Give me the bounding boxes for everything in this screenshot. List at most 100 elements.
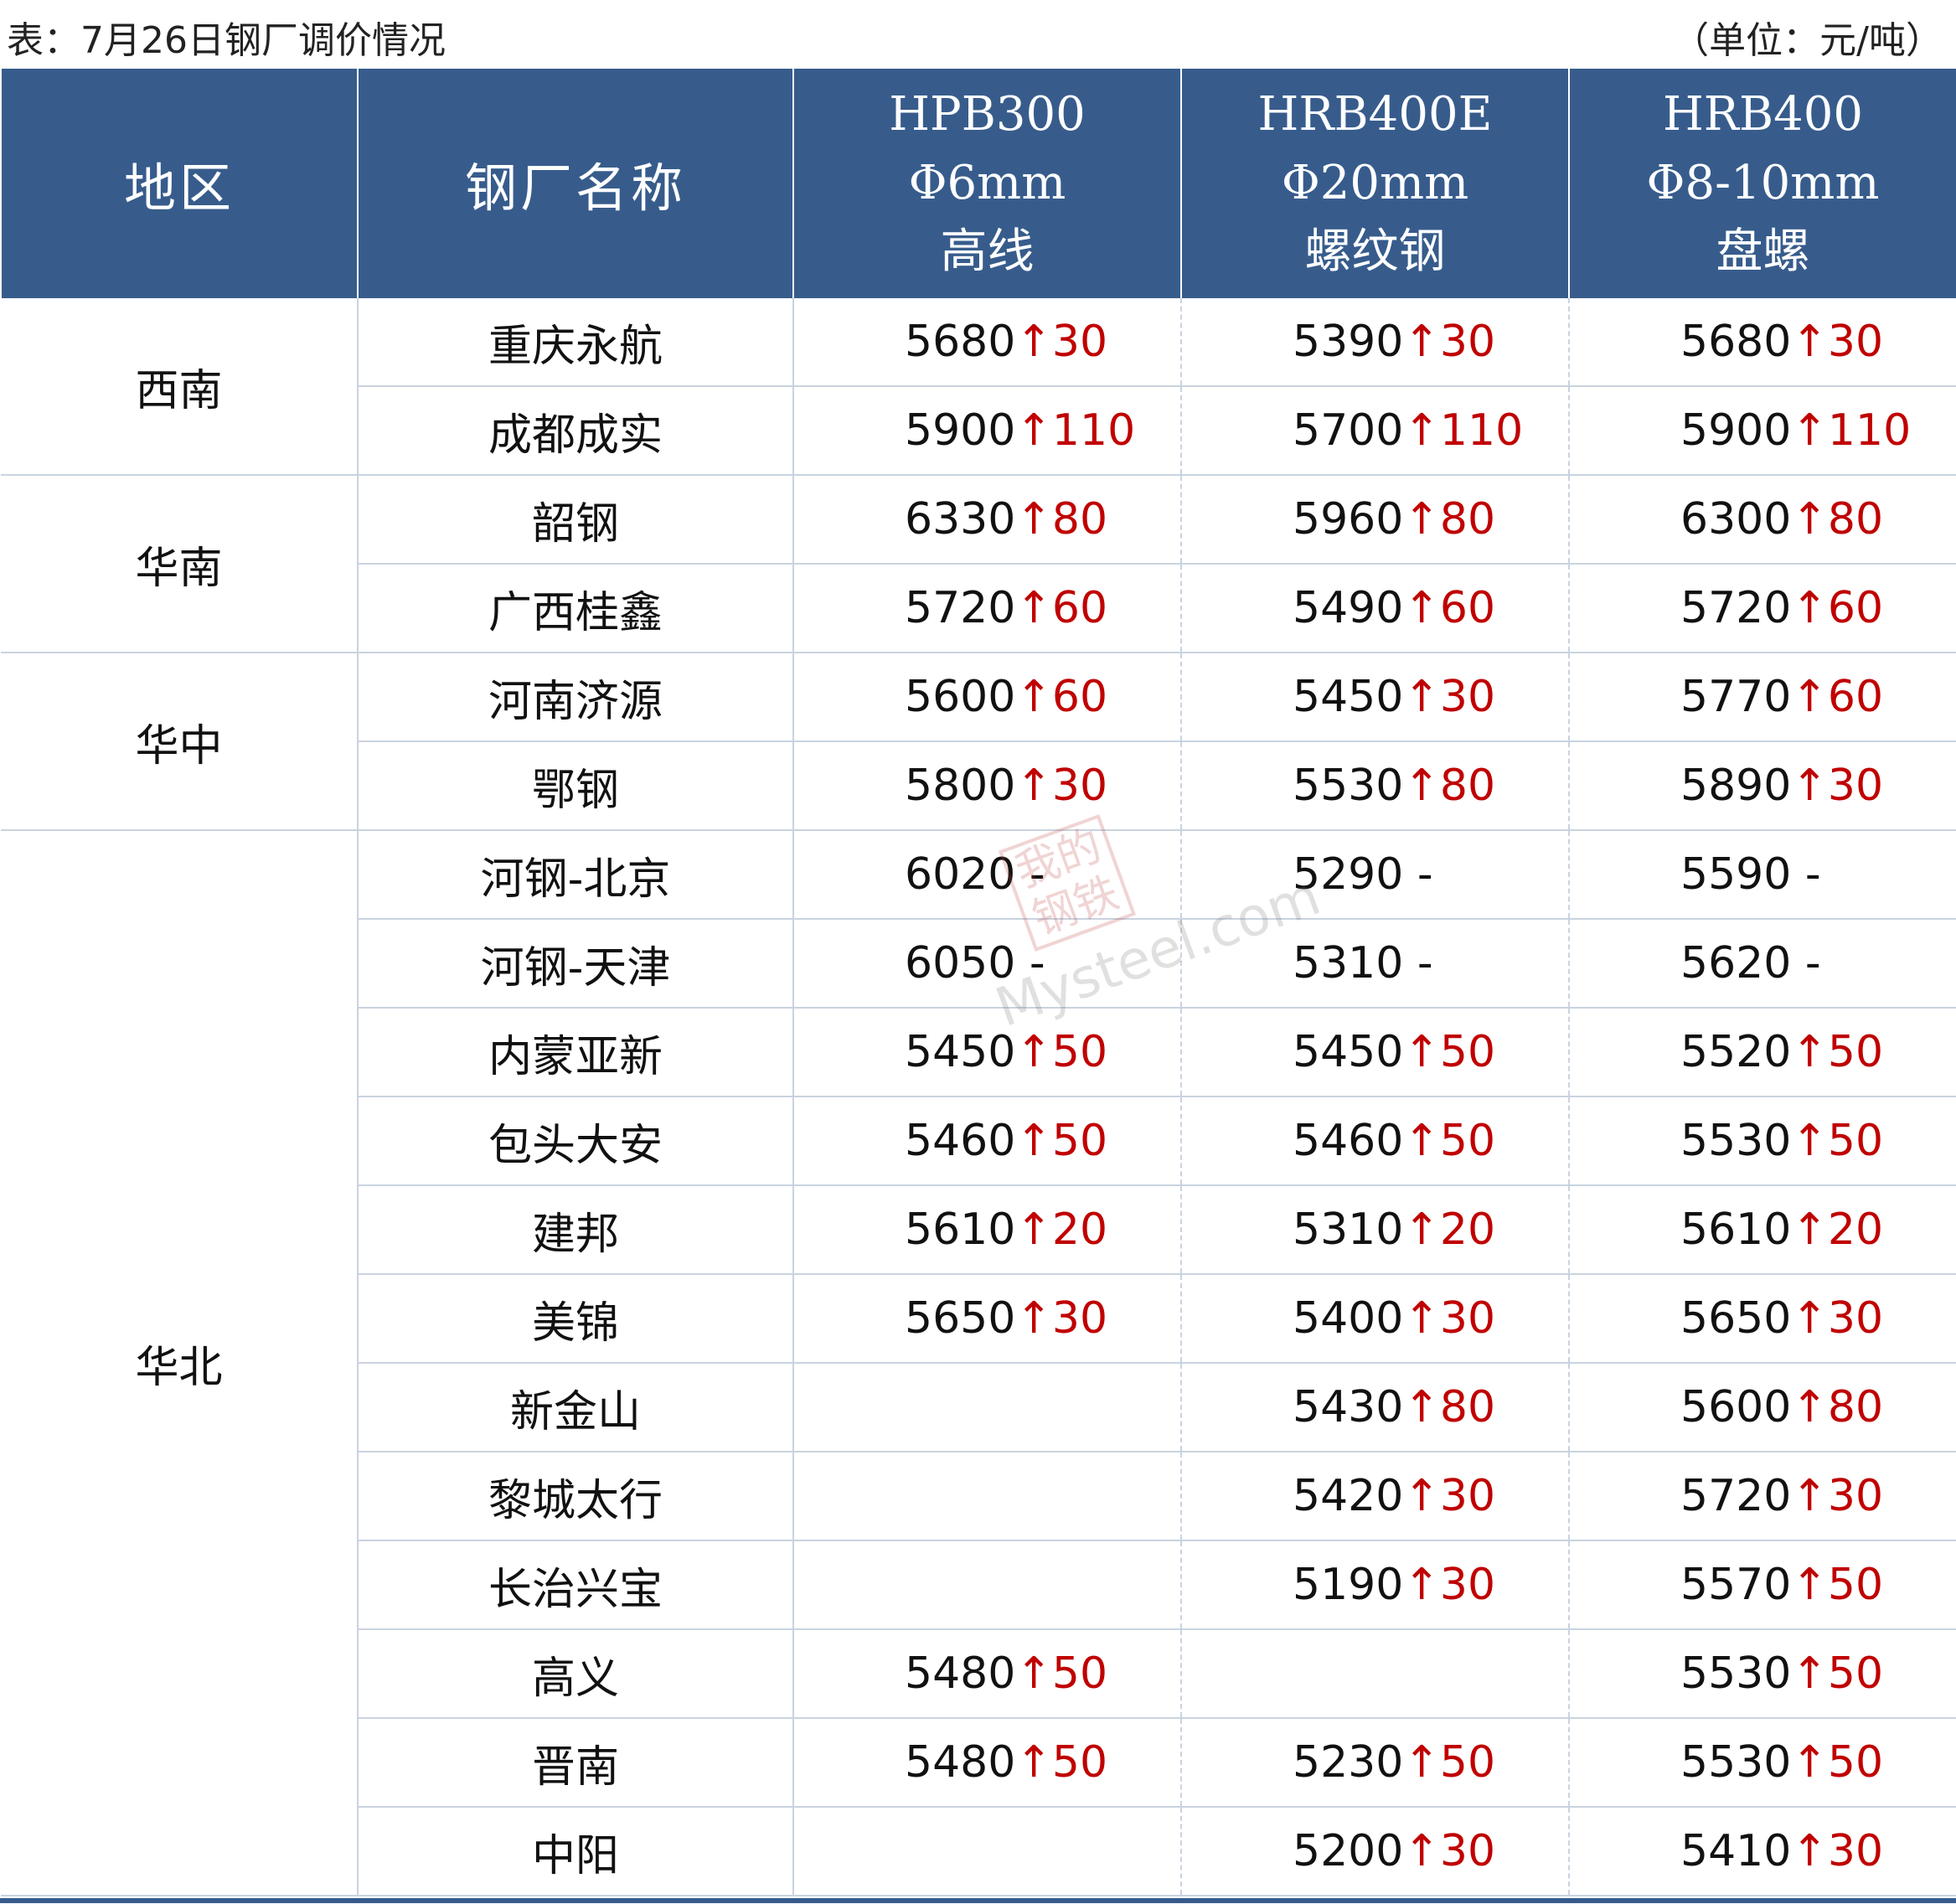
price-change: ↑30 [1791, 1826, 1884, 1876]
price-cell: 5530↑50 [1569, 1096, 1956, 1186]
price-change: ↑20 [1403, 1205, 1496, 1255]
mill-name-cell: 中阳 [358, 1807, 794, 1896]
table-header-row: 地区 钢厂名称 HPB300 Φ6mm 高线 HRB400E Φ20mm 螺纹钢… [0, 69, 1956, 298]
price-cell: 5480↑50 [793, 1629, 1182, 1719]
header-region: 地区 [0, 69, 359, 298]
table-row: 华北 河钢-北京 6020 -5290 -5590 - [1, 830, 1956, 1896]
price-value: 5770 [1680, 672, 1792, 722]
price-change: ↑30 [1791, 317, 1884, 367]
price-cell: 5410↑30 [1569, 1807, 1956, 1896]
price-change: ↑30 [1015, 317, 1108, 367]
price-change: ↑30 [1403, 1471, 1496, 1521]
price-cell: 5290 - [1181, 830, 1570, 920]
price-cell: 5430↑80 [1181, 1363, 1570, 1453]
header-product-hrb400e: HRB400E Φ20mm 螺纹钢 [1180, 69, 1570, 298]
mill-name-cell: 鄂钢 [358, 741, 794, 831]
price-value: 5900 [905, 405, 1016, 456]
price-change: ↑110 [1015, 405, 1136, 456]
price-cell: 5200↑30 [1181, 1807, 1570, 1896]
price-value: 5450 [1293, 1027, 1404, 1077]
price-change: ↑30 [1403, 672, 1496, 722]
price-value: 5460 [1293, 1116, 1404, 1166]
mill-name-cell: 长治兴宝 [358, 1540, 794, 1630]
price-cell: 5720↑30 [1569, 1452, 1956, 1541]
mill-name-cell: 包头大安 [358, 1096, 794, 1186]
price-change: ↑30 [1791, 761, 1884, 811]
price-change: ↑80 [1791, 494, 1884, 544]
price-change: ↑30 [1403, 1826, 1496, 1876]
price-value: 5650 [1680, 1293, 1792, 1344]
price-change: ↑80 [1015, 494, 1108, 544]
price-cell [793, 1540, 1182, 1630]
price-value: 5890 [1680, 761, 1792, 811]
price-change: ↑110 [1791, 405, 1912, 456]
price-change: ↑80 [1403, 761, 1496, 811]
price-value: 5680 [905, 317, 1016, 367]
mill-name-cell: 美锦 [358, 1274, 794, 1364]
table-caption: 表：7月26日钢厂调价情况 [7, 19, 446, 62]
mill-name-cell: 建邦 [358, 1185, 794, 1275]
price-value: 5480 [905, 1737, 1016, 1788]
price-cell: 5680↑30 [793, 298, 1182, 387]
price-value: 5310 [1293, 1205, 1404, 1255]
price-change: ↑50 [1015, 1116, 1108, 1166]
price-change: ↑30 [1791, 1293, 1884, 1344]
table-row: 华中 河南济源 5600↑60 5450↑30 5770↑60 [1, 653, 1956, 831]
price-cell: 6330↑80 [793, 475, 1182, 565]
price-value: 5230 [1293, 1737, 1404, 1788]
region-cell: 西南 [1, 298, 359, 476]
price-change: ↑60 [1791, 583, 1884, 633]
price-value: 5200 [1293, 1826, 1404, 1876]
price-cell: 6020 - [793, 830, 1182, 920]
header-product-hrb400: HRB400 Φ8-10mm 盘螺 [1568, 69, 1956, 298]
price-change: ↑60 [1015, 583, 1108, 633]
price-cell: 5900↑110 [1569, 386, 1956, 476]
price-change: ↑30 [1403, 1560, 1496, 1610]
mill-name-cell: 河南济源 [358, 653, 794, 742]
price-unchanged: - [1804, 849, 1821, 900]
price-cell: 5460↑50 [793, 1096, 1182, 1186]
price-cell: 5230↑50 [1181, 1718, 1570, 1808]
mill-name-cell: 重庆永航 [358, 298, 794, 387]
price-cell: 5450↑50 [1181, 1008, 1570, 1097]
price-unchanged: - [1417, 938, 1433, 988]
unit-note: （单位：元/吨） [1672, 19, 1943, 62]
price-cell: 5530↑50 [1569, 1629, 1956, 1719]
price-value: 5450 [1293, 672, 1404, 722]
price-value: 5450 [905, 1027, 1016, 1077]
price-cell: 5680↑30 [1569, 298, 1956, 387]
price-change: ↑50 [1791, 1560, 1884, 1610]
price-value: 6020 [905, 849, 1016, 900]
product-grade: HRB400 [1662, 87, 1864, 142]
price-cell: 5400↑30 [1181, 1274, 1570, 1364]
price-change: ↑50 [1403, 1027, 1496, 1077]
price-cell: 5530↑80 [1181, 741, 1570, 831]
product-spec: Φ8-10mm [1646, 156, 1880, 210]
mill-name-cell: 成都成实 [358, 386, 794, 476]
price-cell: 5530↑50 [1569, 1718, 1956, 1808]
price-cell: 5460↑50 [1181, 1096, 1570, 1186]
price-change: ↑30 [1403, 1293, 1496, 1344]
price-cell: 5450↑50 [793, 1008, 1182, 1097]
price-value: 5530 [1680, 1116, 1792, 1166]
mill-name-cell: 广西桂鑫 [358, 564, 794, 653]
price-value: 5610 [1680, 1205, 1792, 1255]
region-cell: 华中 [1, 653, 359, 831]
price-value: 5400 [1293, 1293, 1404, 1344]
price-change: ↑80 [1403, 494, 1496, 544]
price-unchanged: - [1029, 849, 1045, 900]
product-spec: Φ6mm [908, 156, 1066, 210]
price-change: ↑60 [1403, 583, 1496, 633]
price-value: 5390 [1293, 317, 1404, 367]
price-value: 5310 [1293, 938, 1404, 988]
price-change: ↑50 [1015, 1027, 1108, 1077]
price-value: 5720 [1680, 1471, 1792, 1521]
price-value: 5700 [1293, 405, 1404, 456]
price-cell: 5570↑50 [1569, 1540, 1956, 1630]
price-cell: 5490↑60 [1181, 564, 1570, 653]
product-type: 螺纹钢 [1304, 224, 1446, 279]
mill-name-cell: 河钢-天津 [358, 919, 794, 1009]
price-value: 5650 [905, 1293, 1016, 1344]
price-cell: 5610↑20 [1569, 1185, 1956, 1275]
price-cell: 5650↑30 [1569, 1274, 1956, 1364]
